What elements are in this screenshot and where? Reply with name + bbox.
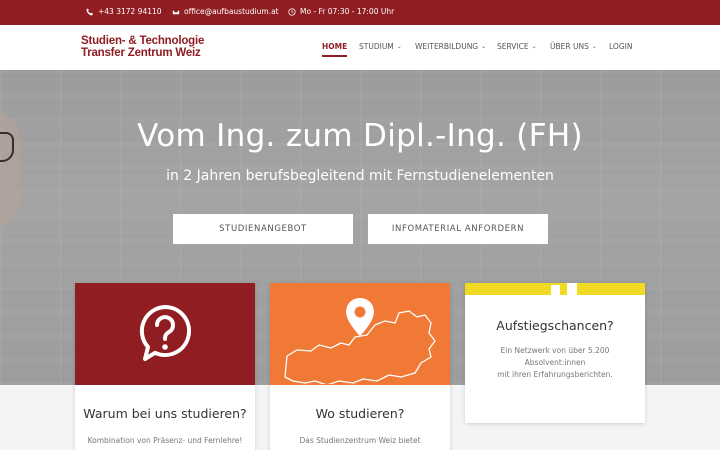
logo-line-1: Studien- & Technologie <box>81 35 205 47</box>
card-aufstieg-title: Aufstiegschancen? <box>496 318 614 333</box>
nav-weiterbildung-label: Weiterbildung <box>415 42 479 51</box>
card-aufstieg-text: Ein Netzwerk von über 5.200 Absolvent:in… <box>465 345 645 381</box>
chevron-down-icon: ⌄ <box>396 43 402 50</box>
austria-map-pin-icon <box>284 298 436 384</box>
opening-hours: Mo - Fr 07:30 - 17:00 Uhr <box>288 7 394 16</box>
question-bubble-icon <box>139 305 192 361</box>
phone-number: +43 3172 94110 <box>98 7 162 16</box>
phone-contact[interactable]: +43 3172 94110 <box>86 7 162 16</box>
card-warum-title: Warum bei uns studieren? <box>83 406 247 421</box>
card-wo-title: Wo studieren? <box>315 406 405 421</box>
nav-login-label: Login <box>609 42 633 51</box>
main-header: Studien- & Technologie Transfer Zentrum … <box>0 25 720 70</box>
card-warum-text: Kombination von Präsenz- und Fernlehre! <box>87 436 243 445</box>
nav-service-label: Service <box>497 42 529 51</box>
chevron-down-icon: ⌄ <box>531 43 537 50</box>
hours-text: Mo - Fr 07:30 - 17:00 Uhr <box>300 7 395 16</box>
card-wo-image <box>270 283 450 385</box>
nav-studium[interactable]: Studium ⌄ <box>359 42 402 51</box>
card-aufstieg-text-line-2: Absolvent:innen <box>524 358 586 367</box>
clock-icon <box>288 7 296 16</box>
nav-weiterbildung[interactable]: Weiterbildung ⌄ <box>415 42 486 51</box>
nav-home[interactable]: Home <box>322 42 348 57</box>
email-address: office@aufbaustudium.at <box>184 7 279 16</box>
card-warum[interactable]: Warum bei uns studieren? Kombination von… <box>75 283 255 450</box>
nav-service[interactable]: Service ⌄ <box>497 42 537 51</box>
chevron-down-icon: ⌄ <box>591 43 597 50</box>
chevron-down-icon: ⌄ <box>481 43 487 50</box>
card-aufstieg-text-line-1: Ein Netzwerk von über 5.200 <box>500 346 610 355</box>
nav-ueber-uns-label: Über uns <box>550 42 589 51</box>
email-contact[interactable]: office@aufbaustudium.at <box>172 7 279 16</box>
studienangebot-button[interactable]: Studienangebot <box>173 214 353 244</box>
hero-subtitle: in 2 Jahren berufsbegleitend mit Fernstu… <box>166 168 554 184</box>
bar-notch <box>551 285 560 295</box>
card-wo-text: Das Studienzentrum Weiz bietet <box>299 436 421 445</box>
logo-line-2: Transfer Zentrum Weiz <box>81 46 201 59</box>
card-aufstieg-text-line-3: mit ihren Erfahrungsberichten. <box>497 370 613 379</box>
nav-login[interactable]: Login <box>609 42 632 51</box>
envelope-icon <box>172 8 180 15</box>
bar-notch <box>567 283 577 295</box>
card-wo[interactable]: Wo studieren? Das Studienzentrum Weiz bi… <box>270 283 450 450</box>
hero-title: Vom Ing. zum Dipl.-Ing. (FH) <box>137 118 583 154</box>
nav-home-label: Home <box>322 42 348 51</box>
nav-ueber-uns[interactable]: Über uns ⌄ <box>550 42 597 51</box>
phone-icon <box>86 8 93 15</box>
infomaterial-button[interactable]: Infomaterial anfordern <box>368 214 548 244</box>
card-aufstieg[interactable]: Aufstiegschancen? Ein Netzwerk von über … <box>465 283 645 423</box>
site-logo[interactable]: Studien- & Technologie Transfer Zentrum … <box>81 35 205 59</box>
top-contact-bar: +43 3172 94110 office@aufbaustudium.at M… <box>0 0 720 25</box>
nav-studium-label: Studium <box>359 42 394 51</box>
card-warum-image <box>75 283 255 385</box>
